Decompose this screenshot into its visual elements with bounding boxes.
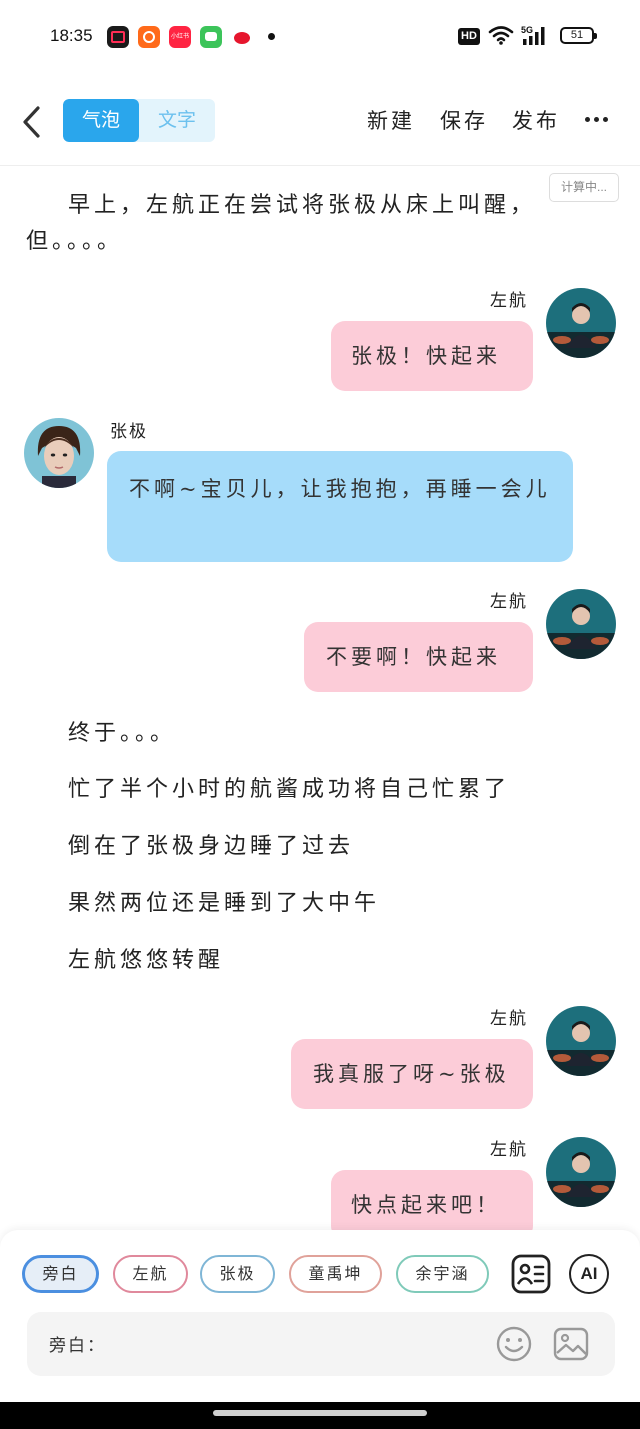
publish-button[interactable]: 发布: [512, 105, 560, 135]
notification-dot-icon: [268, 33, 275, 40]
composer-role-label: 旁白：: [49, 1336, 106, 1356]
messages-app-icon: [200, 26, 222, 48]
role-chip-yuyuhan[interactable]: 余宇涵: [396, 1255, 489, 1293]
speaker-name: 左航: [490, 291, 528, 311]
narration-text: 倒在了张极身边睡了过去: [68, 834, 355, 859]
network-type: 5G: [521, 25, 533, 35]
more-icon[interactable]: [583, 107, 613, 133]
avatar-zuohang-image: [546, 1137, 616, 1207]
speaker-name: 左航: [490, 592, 528, 612]
speaker-name: 左航: [490, 1140, 528, 1160]
avatar-zuohang[interactable]: [546, 1137, 616, 1207]
kuaishou-app-icon: [138, 26, 160, 48]
top-toolbar: 气泡 文字 新建 保存 发布: [0, 90, 640, 166]
new-button[interactable]: 新建: [367, 105, 415, 135]
speaker-name: 左航: [490, 1009, 528, 1029]
image-icon[interactable]: [552, 1325, 590, 1363]
avatar-zuohang[interactable]: [546, 288, 616, 358]
message-bubble[interactable]: 不要啊！快起来: [304, 622, 533, 692]
hd-badge: HD: [458, 28, 480, 45]
composer-panel: 旁白 左航 张极 童禹坤 余宇涵 AI 旁白：: [0, 1230, 640, 1402]
save-button[interactable]: 保存: [440, 105, 488, 135]
narration-text: 早上，左航正在尝试将张极从床上叫醒，但。。。。: [26, 193, 537, 254]
ai-icon[interactable]: AI: [569, 1254, 609, 1294]
emoji-icon[interactable]: [495, 1325, 533, 1363]
xiaohongshu-app-icon: 小红书: [169, 26, 191, 48]
avatar-zuohang-image: [546, 589, 616, 659]
message-bubble[interactable]: 不啊~宝贝儿，让我抱抱，再睡一会儿: [107, 451, 573, 562]
avatar-zuohang[interactable]: [546, 1006, 616, 1076]
tab-bubble[interactable]: 气泡: [63, 99, 139, 142]
avatar-zuohang-image: [546, 1006, 616, 1076]
role-chip-narrator[interactable]: 旁白: [22, 1255, 99, 1293]
narration-text: 左航悠悠转醒: [68, 948, 225, 973]
system-nav-bar: [0, 1402, 640, 1429]
status-time: 18:35: [50, 26, 93, 45]
mode-toggle: 气泡 文字: [63, 99, 215, 142]
avatar-zuohang[interactable]: [546, 589, 616, 659]
back-arrow-icon[interactable]: [18, 104, 48, 140]
narration-text: 果然两位还是睡到了大中午: [68, 891, 381, 916]
speaker-name: 张极: [110, 422, 148, 442]
role-chip-tongyukun[interactable]: 童禹坤: [289, 1255, 382, 1293]
message-bubble[interactable]: 我真服了呀~张极: [291, 1039, 533, 1109]
status-bar: 18:35 小红书 HD 5G 51: [0, 0, 640, 72]
tab-text[interactable]: 文字: [139, 99, 215, 142]
message-bubble[interactable]: 张极！快起来: [331, 321, 533, 391]
home-indicator[interactable]: [213, 1410, 427, 1416]
battery-icon: 51: [560, 27, 597, 44]
contacts-card-icon[interactable]: [511, 1254, 551, 1294]
role-chip-zhangji[interactable]: 张极: [200, 1255, 275, 1293]
narration-text: 终于。。。: [68, 721, 177, 746]
weibo-app-icon: [231, 26, 253, 48]
avatar-zhangji-image: [24, 418, 94, 488]
avatar-zhangji[interactable]: [24, 418, 94, 488]
role-chip-zuohang[interactable]: 左航: [113, 1255, 188, 1293]
video-app-icon: [107, 26, 129, 48]
signal-icon: 5G: [521, 25, 545, 45]
avatar-zuohang-image: [546, 288, 616, 358]
wifi-icon: [488, 26, 514, 45]
narration-text: 忙了半个小时的航酱成功将自己忙累了: [68, 777, 511, 802]
composer-input[interactable]: 旁白：: [27, 1312, 615, 1376]
